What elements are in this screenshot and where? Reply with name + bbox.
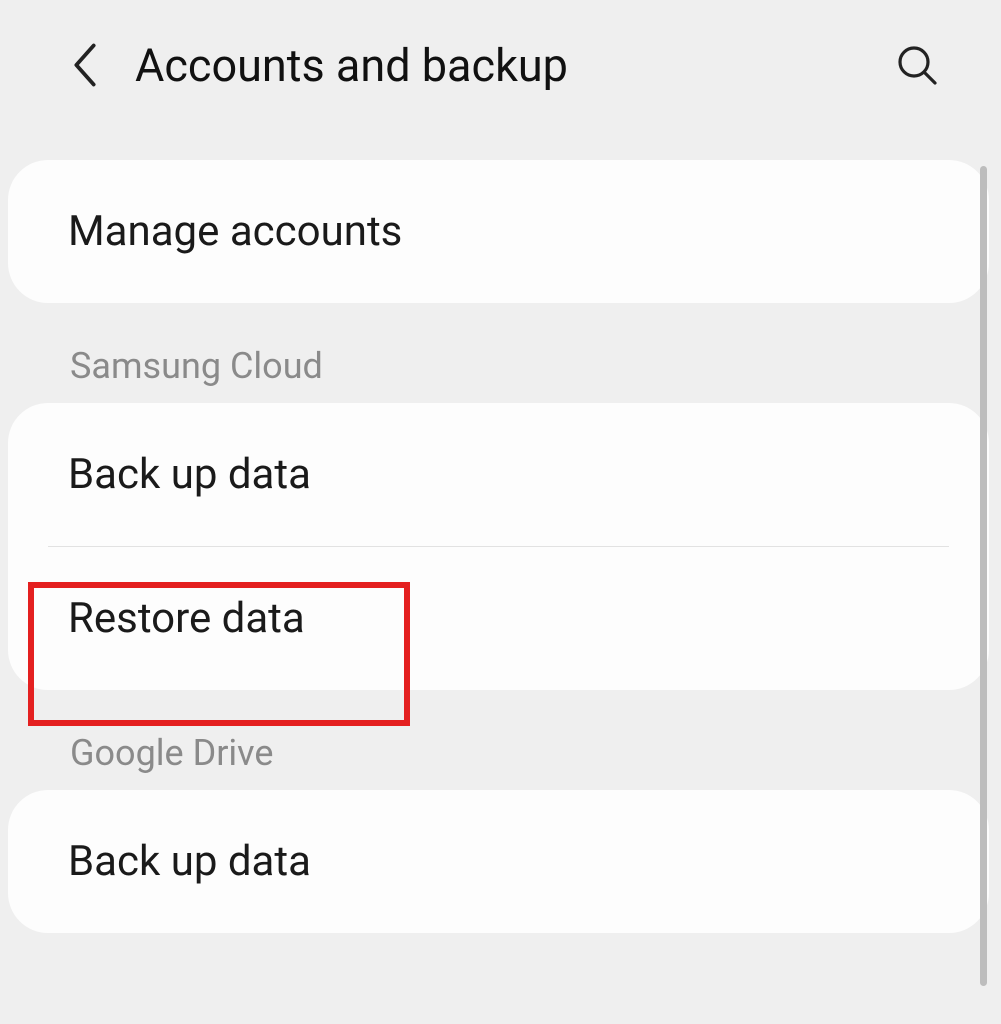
- general-card: Manage accounts: [8, 160, 989, 303]
- section-header-samsung-cloud: Samsung Cloud: [0, 303, 1001, 403]
- content: Manage accounts Samsung Cloud Back up da…: [0, 160, 1001, 933]
- backup-data-google-item[interactable]: Back up data: [8, 790, 989, 933]
- back-icon[interactable]: [70, 42, 100, 88]
- search-icon[interactable]: [893, 41, 941, 89]
- google-drive-card: Back up data: [8, 790, 989, 933]
- scrollbar[interactable]: [980, 166, 987, 986]
- samsung-cloud-card: Back up data Restore data: [8, 403, 989, 690]
- section-header-google-drive: Google Drive: [0, 690, 1001, 790]
- manage-accounts-item[interactable]: Manage accounts: [8, 160, 989, 303]
- header: Accounts and backup: [0, 0, 1001, 130]
- page-title: Accounts and backup: [135, 39, 893, 92]
- backup-data-samsung-item[interactable]: Back up data: [8, 403, 989, 546]
- restore-data-item[interactable]: Restore data: [8, 547, 989, 690]
